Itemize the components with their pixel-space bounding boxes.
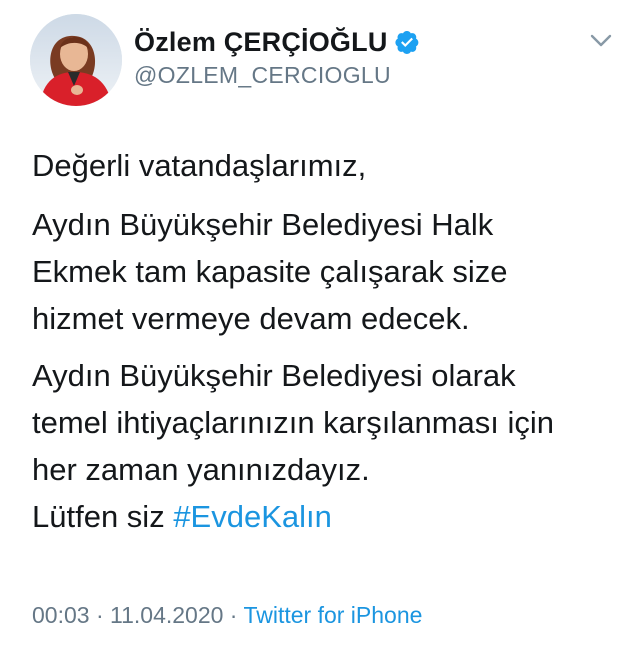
tweet-text: Değerli vatandaşlarımız, Aydın Büyükşehi… bbox=[32, 142, 622, 550]
avatar[interactable] bbox=[30, 14, 122, 106]
tweet-greeting: Değerli vatandaşlarımız, bbox=[32, 142, 622, 189]
text-line: Aydın Büyükşehir Belediyesi Halk bbox=[32, 207, 494, 242]
tweet-meta: 00:03 · 11.04.2020 · Twitter for iPhone bbox=[32, 602, 422, 629]
tweet-paragraph-2: Aydın Büyükşehir Belediyesi Halk Ekmek t… bbox=[32, 201, 622, 342]
text-line: Değerli vatandaşlarımız, bbox=[32, 148, 367, 183]
name-row: Özlem ÇERÇİOĞLU bbox=[134, 24, 420, 60]
display-name[interactable]: Özlem ÇERÇİOĞLU bbox=[134, 27, 388, 58]
tweet-time[interactable]: 00:03 bbox=[32, 602, 90, 628]
chevron-down-icon[interactable] bbox=[590, 34, 612, 48]
hashtag-link[interactable]: #EvdeKalın bbox=[173, 499, 332, 534]
tweet-card: Özlem ÇERÇİOĞLU @OZLEM_CERCIOGLU Değerli… bbox=[0, 0, 640, 650]
handle[interactable]: @OZLEM_CERCIOGLU bbox=[134, 62, 420, 89]
text-line: her zaman yanınızdayız. bbox=[32, 452, 370, 487]
text-line: Ekmek tam kapasite çalışarak size bbox=[32, 254, 508, 289]
tweet-source-link[interactable]: Twitter for iPhone bbox=[243, 602, 422, 628]
text-line: Aydın Büyükşehir Belediyesi olarak bbox=[32, 358, 516, 393]
author-info: Özlem ÇERÇİOĞLU @OZLEM_CERCIOGLU bbox=[134, 24, 420, 89]
text-line: temel ihtiyaçlarınızın karşılanması için bbox=[32, 405, 555, 440]
verified-badge-icon bbox=[394, 29, 420, 55]
text-line: hizmet vermeye devam edecek. bbox=[32, 301, 470, 336]
closing-line: Lütfen siz #EvdeKalın bbox=[32, 493, 622, 540]
closing-text: Lütfen siz bbox=[32, 499, 174, 534]
meta-separator: · bbox=[223, 602, 244, 628]
tweet-paragraph-3: Aydın Büyükşehir Belediyesi olarak temel… bbox=[32, 352, 622, 540]
meta-separator: · bbox=[89, 602, 111, 628]
tweet-date[interactable]: 11.04.2020 bbox=[110, 602, 223, 628]
